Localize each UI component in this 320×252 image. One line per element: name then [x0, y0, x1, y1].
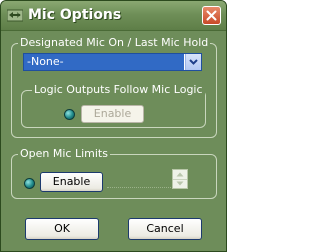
spinner-down-button[interactable] — [173, 179, 187, 188]
logic-outputs-legend: Logic Outputs Follow Mic Logic — [32, 83, 205, 96]
open-mic-limits-legend: Open Mic Limits — [18, 147, 110, 160]
dropdown-selected-value: -None- — [24, 54, 184, 70]
open-mic-status-led — [24, 178, 35, 189]
open-mic-limit-spinner[interactable] — [172, 169, 188, 189]
ok-button[interactable]: OK — [25, 218, 99, 240]
open-mic-limit-field[interactable] — [107, 170, 171, 188]
dialog-title: Mic Options — [28, 7, 122, 23]
close-icon — [206, 10, 217, 21]
chevron-down-icon — [189, 59, 198, 65]
designated-mic-legend: Designated Mic On / Last Mic Hold — [18, 36, 211, 49]
close-button[interactable] — [202, 6, 221, 25]
arrow-down-icon — [176, 181, 184, 186]
mic-options-dialog: Mic Options Designated Mic On / Last Mic… — [0, 0, 227, 252]
dropdown-arrow-button[interactable] — [185, 54, 201, 70]
logic-enable-button[interactable]: Enable — [81, 105, 144, 123]
open-mic-enable-button[interactable]: Enable — [40, 172, 103, 192]
arrow-up-icon — [176, 172, 184, 177]
cancel-button[interactable]: Cancel — [128, 218, 202, 240]
designated-mic-dropdown[interactable]: -None- — [23, 53, 202, 71]
title-bar[interactable]: Mic Options — [1, 1, 226, 31]
app-icon — [6, 9, 24, 22]
logic-status-led — [64, 109, 75, 120]
